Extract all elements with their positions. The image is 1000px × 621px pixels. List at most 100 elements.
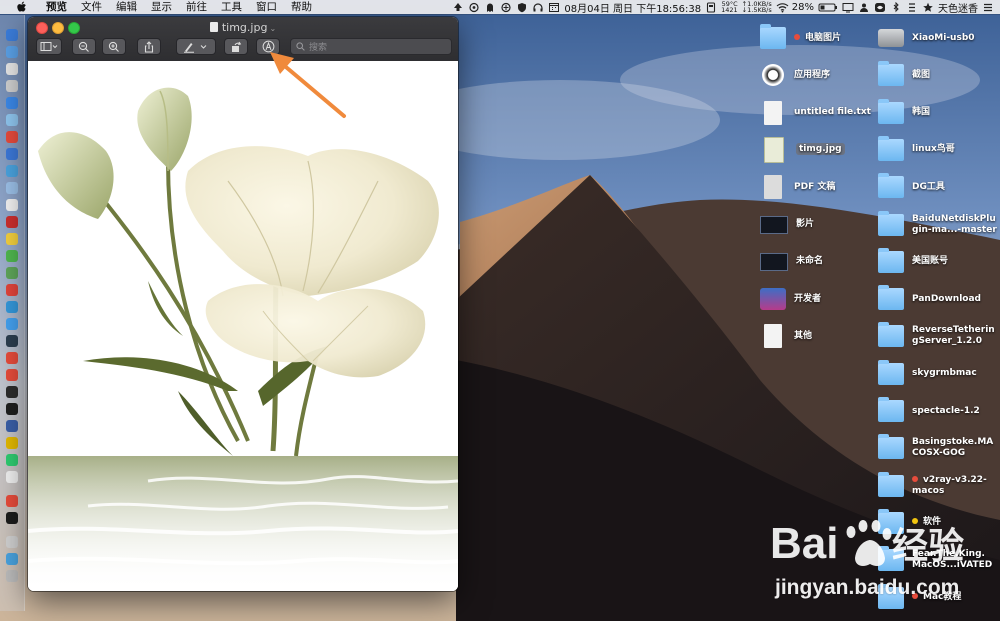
menu-tools[interactable]: 工具	[214, 0, 249, 14]
siri-icon[interactable]	[874, 2, 886, 13]
pdf-icon[interactable]	[6, 216, 18, 228]
star-icon[interactable]	[922, 2, 934, 13]
bluetooth-icon[interactable]	[890, 1, 902, 13]
network-speed[interactable]: ↑1.0KB/s ↓1.5KB/s	[742, 0, 772, 14]
music-icon[interactable]	[6, 284, 18, 296]
downloads-folder-icon[interactable]	[6, 553, 18, 565]
finder-icon[interactable]	[6, 29, 18, 41]
desktop-item[interactable]: 应用程序	[760, 59, 830, 91]
desktop-item[interactable]: PDF 文稿	[760, 171, 835, 203]
sync-icon[interactable]	[500, 2, 512, 13]
desktop-item-label: v2ray-v3.22- macos	[912, 475, 987, 497]
desktop-item[interactable]: 影片	[760, 209, 814, 241]
chevron-down-icon[interactable]: ⌄	[269, 24, 276, 33]
window-titlebar[interactable]: timg.jpg ⌄ 搜索	[28, 17, 458, 62]
vivaldi-icon[interactable]	[6, 352, 18, 364]
desktop-item[interactable]: 其他	[760, 320, 812, 352]
rotate-button[interactable]	[224, 38, 248, 55]
desktop-item[interactable]: XiaoMi-usb0	[878, 22, 975, 54]
notes-icon[interactable]	[6, 199, 18, 211]
weibo-icon[interactable]	[6, 471, 18, 483]
launchpad-icon[interactable]	[6, 46, 18, 58]
system-prefs-icon[interactable]	[6, 165, 18, 177]
wifi-icon[interactable]	[776, 2, 789, 13]
siri-icon[interactable]	[6, 301, 18, 313]
sidebar-toggle-button[interactable]	[36, 38, 62, 55]
menu-help[interactable]: 帮助	[284, 0, 319, 14]
desktop-item[interactable]: timg.jpg	[760, 134, 845, 166]
flower-image	[28, 61, 458, 591]
shield-icon[interactable]	[516, 2, 528, 13]
menu-edit[interactable]: 编辑	[109, 0, 144, 14]
user-icon[interactable]	[858, 2, 870, 13]
clock-datetime[interactable]: 08月04日 周日 下午18:56:38	[564, 0, 701, 15]
safari-icon[interactable]	[6, 63, 18, 75]
desktop-item[interactable]: 韩国	[878, 97, 930, 129]
xcode-icon[interactable]	[6, 318, 18, 330]
messages-icon[interactable]	[6, 267, 18, 279]
rocket-icon[interactable]	[6, 80, 18, 92]
desktop-item[interactable]: 电脑图片	[760, 22, 841, 54]
desktop-item[interactable]: 未命名	[760, 246, 823, 278]
cpu-temp-fan[interactable]: 59°C 1421	[721, 0, 738, 14]
mail-icon[interactable]	[6, 114, 18, 126]
desktop-item-label: 应用程序	[794, 70, 830, 81]
desktop-item[interactable]: ReverseTetherin gServer_1.2.0	[878, 320, 995, 352]
preview-window: timg.jpg ⌄ 搜索	[28, 17, 458, 591]
documents-icon[interactable]	[6, 536, 18, 548]
menu-app-name[interactable]: 预览	[38, 0, 74, 14]
desktop-item[interactable]: BaiduNetdiskPlu gin-ma...-master	[878, 209, 997, 241]
desktop-item[interactable]: linux鸟哥	[878, 134, 955, 166]
lens-icon[interactable]	[468, 2, 480, 13]
desktop-item[interactable]: untitled file.txt	[760, 97, 871, 129]
battery-percent[interactable]: 28%	[792, 2, 814, 13]
apple-logo-icon[interactable]	[16, 1, 28, 13]
calendar-icon[interactable]	[6, 131, 18, 143]
input-method-label[interactable]: 天色迷香	[938, 0, 978, 15]
terminal-alt-icon[interactable]	[6, 386, 18, 398]
desktop-item[interactable]: spectacle-1.2	[878, 395, 980, 427]
desktop-item-label: 截图	[912, 70, 930, 81]
appstore-icon[interactable]	[6, 148, 18, 160]
markup-pen-button[interactable]	[176, 38, 216, 55]
desktop-item[interactable]: v2ray-v3.22- macos	[878, 470, 987, 502]
menu-file[interactable]: 文件	[74, 0, 109, 14]
notification-icon[interactable]	[906, 2, 918, 13]
console-icon[interactable]	[6, 403, 18, 415]
image-canvas[interactable]	[28, 61, 458, 591]
menu-go[interactable]: 前往	[179, 0, 214, 14]
zoom-out-button[interactable]	[72, 38, 96, 55]
stickies-icon[interactable]	[6, 233, 18, 245]
menu-list-icon[interactable]	[982, 2, 994, 13]
netease-icon[interactable]	[6, 495, 18, 507]
calendar-icon[interactable]	[548, 2, 560, 13]
desktop-item[interactable]: skygrmbmac	[878, 358, 977, 390]
desktop-item[interactable]: 美国账号	[878, 246, 948, 278]
desktop-item[interactable]: 截图	[878, 59, 930, 91]
trash-icon[interactable]	[6, 570, 18, 582]
menu-window[interactable]: 窗口	[249, 0, 284, 14]
yandex-icon[interactable]	[6, 369, 18, 381]
battery-icon[interactable]	[818, 2, 838, 13]
desktop-item[interactable]: 开发者	[760, 283, 821, 315]
activity-icon[interactable]	[6, 512, 18, 524]
photos-icon[interactable]	[6, 182, 18, 194]
menu-view[interactable]: 显示	[144, 0, 179, 14]
chrome-icon[interactable]	[6, 97, 18, 109]
device-icon[interactable]	[705, 1, 717, 13]
desktop-item[interactable]: PanDownload	[878, 283, 981, 315]
facetime-icon[interactable]	[6, 250, 18, 262]
wechat-icon[interactable]	[6, 454, 18, 466]
upload-icon[interactable]	[452, 2, 464, 13]
terminal-icon[interactable]	[6, 335, 18, 347]
desktop-item[interactable]: DG工具	[878, 171, 945, 203]
desktop-item[interactable]: Basingstoke.MA COSX-GOG	[878, 432, 993, 464]
zoom-in-button[interactable]	[102, 38, 126, 55]
headphones-icon[interactable]	[532, 2, 544, 13]
display-icon[interactable]	[842, 2, 854, 13]
share-button[interactable]	[137, 38, 161, 55]
share-icon	[144, 40, 154, 53]
ghost-icon[interactable]	[484, 2, 496, 13]
vpn-icon[interactable]	[6, 420, 18, 432]
baidu-icon[interactable]	[6, 437, 18, 449]
